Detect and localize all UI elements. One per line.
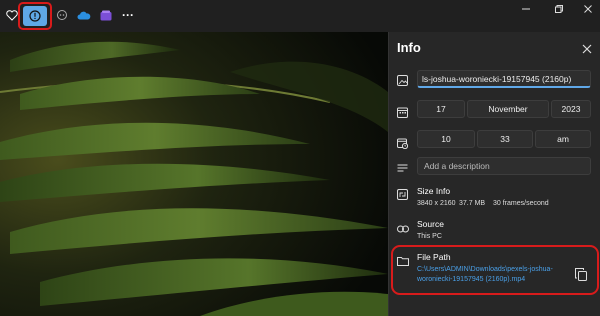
image-icon (397, 73, 409, 86)
time-minute-field[interactable]: 33 (477, 130, 533, 148)
folder-icon (397, 253, 409, 266)
minimize-icon (522, 8, 530, 10)
time-hour-field[interactable]: 10 (417, 130, 475, 148)
source-value: This PC (417, 233, 442, 240)
size-info-icon (397, 187, 409, 200)
close-icon (584, 5, 592, 13)
file-path-link-line2[interactable]: woroniecki-19157945 (2160p).mp4 (417, 275, 567, 285)
info-button-highlight (18, 2, 52, 30)
restore-icon (555, 5, 563, 13)
onedrive-button[interactable] (72, 4, 96, 26)
clipchamp-button[interactable] (94, 4, 118, 26)
description-icon (397, 160, 409, 172)
people-button[interactable] (50, 4, 74, 26)
size-file-size: 37.7 MB (459, 200, 486, 207)
panel-title: Info (397, 40, 421, 55)
cloud-icon (77, 11, 91, 19)
size-frame-rate: 30 frames/second (493, 200, 549, 207)
more-button[interactable]: ··· (116, 4, 140, 26)
calendar-icon (397, 105, 409, 118)
info-panel: Info ls-joshua-woroniecki-19157945 (2160… (388, 32, 600, 316)
top-toolbar: ··· (0, 0, 600, 32)
clock-calendar-icon (397, 136, 409, 150)
size-resolution: 3840 x 2160 (417, 200, 456, 207)
file-path-label: File Path (417, 252, 451, 262)
fern-image (0, 32, 388, 316)
copy-path-button[interactable] (575, 268, 589, 282)
date-year-field[interactable]: 2023 (551, 100, 591, 118)
media-viewer[interactable] (0, 32, 388, 316)
time-ampm-field[interactable]: am (535, 130, 591, 148)
size-info-label: Size Info (417, 186, 451, 196)
minimize-button[interactable] (516, 2, 536, 16)
panel-close-button[interactable] (581, 42, 593, 54)
date-month-field[interactable]: November (467, 100, 549, 118)
file-name-input[interactable]: ls-joshua-woroniecki-19157945 (2160p) (417, 70, 591, 88)
file-path-link-line1[interactable]: C:\Users\ADMIN\Downloads\pexels-joshua- (417, 265, 567, 275)
description-input[interactable]: Add a description (417, 157, 591, 175)
clipchamp-icon (100, 10, 112, 20)
info-icon (29, 10, 41, 22)
copy-icon (575, 268, 587, 281)
people-icon (57, 10, 67, 20)
info-button[interactable] (23, 6, 47, 26)
source-label: Source (417, 219, 444, 229)
link-icon (397, 220, 409, 233)
restore-button[interactable] (549, 2, 569, 16)
heart-icon (6, 9, 18, 21)
more-icon: ··· (122, 8, 134, 22)
date-day-field[interactable]: 17 (417, 100, 465, 118)
window-close-button[interactable] (578, 2, 598, 16)
close-icon (582, 44, 592, 54)
